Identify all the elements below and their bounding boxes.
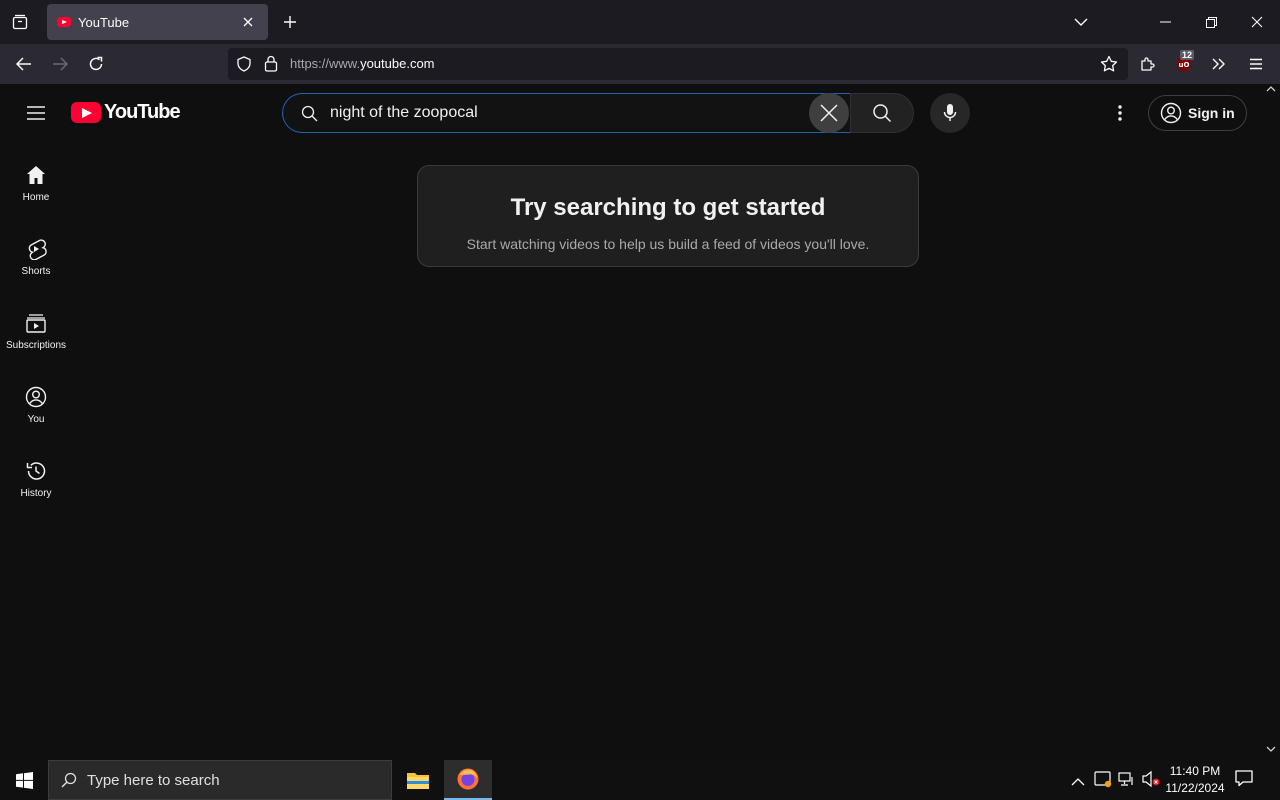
empty-feed-title: Try searching to get started (510, 194, 826, 221)
start-button[interactable] (0, 760, 48, 800)
more-options-icon[interactable] (1100, 93, 1140, 133)
subscriptions-icon (25, 312, 47, 334)
firefox-icon (456, 767, 480, 791)
restore-icon[interactable] (1188, 0, 1234, 44)
notifications-icon[interactable] (1234, 768, 1254, 788)
taskbar-file-explorer[interactable] (396, 760, 440, 800)
windows-logo-icon (15, 771, 33, 789)
guide-item-home[interactable]: Home (0, 150, 72, 222)
account-circle-icon (1160, 102, 1182, 124)
scroll-down-arrow-icon[interactable] (1266, 746, 1276, 752)
browser-nav-bar: https://www.youtube.com uO (0, 44, 1280, 84)
windows-taskbar: Type here to search 11:40 PM 11/22/2024 (0, 760, 1280, 800)
guide-item-shorts[interactable]: Shorts (0, 224, 72, 296)
clock-time: 11:40 PM (1169, 764, 1221, 778)
forward-icon[interactable] (44, 48, 76, 80)
shorts-icon (25, 238, 47, 260)
firefox-view-icon[interactable] (4, 6, 36, 38)
taskbar-clock[interactable]: 11:40 PM 11/22/2024 (1162, 763, 1228, 797)
tracking-protection-shield-icon[interactable] (236, 56, 252, 72)
taskbar-search-placeholder: Type here to search (87, 771, 220, 789)
app-menu-icon[interactable] (1240, 48, 1272, 80)
close-window-icon[interactable] (1234, 0, 1280, 44)
guide-menu-icon[interactable] (16, 93, 56, 133)
browser-tab-strip: YouTube (0, 0, 1280, 44)
minimize-icon[interactable] (1142, 0, 1188, 44)
extensions-puzzle-icon[interactable] (1132, 48, 1164, 80)
more-tools-chevrons-icon[interactable] (1203, 48, 1235, 80)
sign-in-label: Sign in (1188, 105, 1235, 121)
search-box[interactable] (282, 93, 850, 133)
guide-label: You (27, 414, 45, 425)
file-explorer-folder-icon (406, 770, 430, 790)
clear-search-icon[interactable] (809, 93, 849, 133)
youtube-favicon-icon (57, 17, 71, 27)
address-bar[interactable]: https://www.youtube.com (228, 48, 1128, 80)
youtube-logo[interactable]: YouTube (71, 101, 181, 124)
voice-search-button[interactable] (930, 93, 970, 133)
guide-label: Shorts (21, 266, 51, 277)
guide-label: Home (22, 192, 50, 203)
search-input[interactable] (330, 101, 800, 125)
youtube-wordmark: YouTube (104, 101, 181, 123)
empty-feed-subtitle: Start watching videos to help us build a… (466, 236, 870, 252)
search-icon (61, 772, 77, 788)
guide-item-you[interactable]: You (0, 372, 72, 444)
tab-title: YouTube (78, 14, 130, 30)
url-text: https://www.youtube.com (290, 56, 435, 71)
home-icon (25, 164, 47, 186)
network-icon[interactable] (1118, 770, 1136, 793)
search-icon (301, 105, 318, 122)
empty-feed-card: Try searching to get started Start watch… (417, 165, 919, 267)
microphone-icon (943, 103, 957, 123)
guide-label: Subscriptions (5, 340, 67, 351)
extension-badge-count: 12 (1180, 50, 1195, 60)
guide-item-subscriptions[interactable]: Subscriptions (0, 298, 72, 370)
bookmark-star-icon[interactable] (1100, 55, 1118, 73)
history-icon (25, 460, 47, 482)
search-button[interactable] (850, 93, 914, 133)
show-hidden-icons-chevron-icon[interactable] (1071, 773, 1085, 791)
tray-app-icon[interactable] (1094, 770, 1112, 793)
youtube-play-icon (71, 102, 101, 123)
lock-icon[interactable] (264, 55, 278, 72)
back-icon[interactable] (8, 48, 40, 80)
close-tab-icon[interactable] (238, 12, 258, 32)
list-all-tabs-icon[interactable] (1058, 0, 1104, 44)
scroll-up-arrow-icon[interactable] (1266, 86, 1276, 92)
guide-item-history[interactable]: History (0, 446, 72, 518)
taskbar-firefox[interactable] (444, 760, 492, 800)
volume-muted-icon[interactable] (1141, 770, 1161, 793)
new-tab-icon[interactable] (276, 8, 304, 36)
sign-in-button[interactable]: Sign in (1148, 95, 1247, 131)
you-icon (25, 386, 47, 408)
taskbar-search-box[interactable]: Type here to search (48, 760, 392, 800)
search-icon (872, 103, 892, 123)
tab-youtube[interactable]: YouTube (47, 4, 268, 40)
clock-date: 11/22/2024 (1165, 781, 1225, 795)
svg-text:uO: uO (1179, 61, 1190, 69)
reload-icon[interactable] (80, 48, 112, 80)
guide-label: History (20, 488, 52, 499)
